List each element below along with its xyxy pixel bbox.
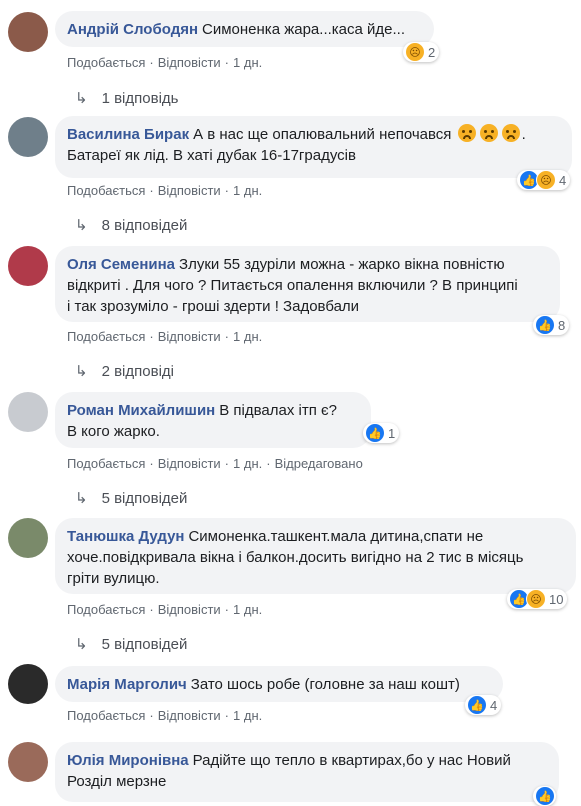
comment-text: Батареї як лід. В хаті дубак 16-17градус… <box>67 147 356 164</box>
reply-arrow-icon: ↳ <box>75 490 88 507</box>
comment-author[interactable]: Василина Бирак <box>67 126 189 143</box>
comment-author[interactable]: Роман Михайлишин <box>67 402 215 419</box>
view-replies-link[interactable]: ↳ 5 відповідей <box>75 635 187 653</box>
comment-author[interactable]: Оля Семенина <box>67 256 175 273</box>
comment-text: Розділ мерзне <box>67 773 167 790</box>
reply-arrow-icon: ↳ <box>75 636 88 653</box>
comment-bubble: Андрій Слободян Симоненка жара...каса йде… <box>55 11 434 47</box>
comment-author[interactable]: Андрій Слободян <box>67 21 198 38</box>
comment-actions: Подобається · Відповісти · 1 дн. <box>67 183 263 198</box>
comment-actions: Подобається · Відповісти · 1 дн. <box>67 602 263 617</box>
reaction-count[interactable]: 👍 4 <box>465 695 502 715</box>
comment-actions: Подобається · Відповісти · 1 дн. <box>67 329 263 344</box>
like-button[interactable]: Подобається <box>67 456 145 471</box>
reaction-count[interactable]: 👍 ☹ 10 <box>507 589 568 609</box>
timestamp[interactable]: 1 дн. <box>233 456 262 471</box>
comment-bubble: Марія Марголич Зато шось робе (головне за… <box>55 666 503 702</box>
comment-author[interactable]: Марія Марголич <box>67 676 187 693</box>
edited-label: Відредаговано <box>274 456 363 471</box>
avatar[interactable] <box>8 117 48 157</box>
avatar[interactable] <box>8 246 48 286</box>
comment-author[interactable]: Танюшка Дудун <box>67 528 184 545</box>
timestamp[interactable]: 1 дн. <box>233 708 262 723</box>
comment-text: гріти вулицю. <box>67 570 160 587</box>
reply-button[interactable]: Відповісти <box>158 708 221 723</box>
crying-emoji-icon <box>479 124 498 142</box>
timestamp[interactable]: 1 дн. <box>233 55 262 70</box>
comment-author[interactable]: Юлія Миронівна <box>67 752 189 769</box>
comment-bubble: Оля Семенина Злуки 55 здуріли можна - жар… <box>55 246 560 322</box>
reply-button[interactable]: Відповісти <box>158 183 221 198</box>
comment-bubble: Роман Михайлишин В підвалах ітп є? В кого… <box>55 392 371 448</box>
like-button[interactable]: Подобається <box>67 329 145 344</box>
reaction-count[interactable]: 👍 1 <box>363 423 400 443</box>
reply-button[interactable]: Відповісти <box>158 456 221 471</box>
like-reaction-icon: 👍 <box>535 786 555 806</box>
timestamp[interactable]: 1 дн. <box>233 602 262 617</box>
reaction-count[interactable]: 👍 ☹ 4 <box>517 170 571 190</box>
like-button[interactable]: Подобається <box>67 708 145 723</box>
timestamp[interactable]: 1 дн. <box>233 329 262 344</box>
reply-button[interactable]: Відповісти <box>158 602 221 617</box>
like-reaction-icon: 👍 <box>535 315 555 335</box>
view-replies-link[interactable]: ↳ 8 відповідей <box>75 216 187 234</box>
comment-text: Симоненка жара...каса йде... <box>202 21 405 38</box>
comment-bubble: Танюшка Дудун Симоненка.ташкент.мала дити… <box>55 518 576 594</box>
avatar[interactable] <box>8 742 48 782</box>
comment-actions: Подобається · Відповісти · 1 дн. <box>67 55 263 70</box>
avatar[interactable] <box>8 392 48 432</box>
like-reaction-icon: 👍 <box>467 695 487 715</box>
view-replies-link[interactable]: ↳ 5 відповідей <box>75 489 187 507</box>
comment-text: Злуки 55 здуріли можна - жарко вікна пов… <box>179 256 505 273</box>
reaction-count[interactable]: 👍 8 <box>533 315 570 335</box>
comment-actions: Подобається · Відповісти · 1 дн. · Відредагова… <box>67 456 363 471</box>
avatar[interactable] <box>8 664 48 704</box>
reaction-count[interactable]: 👍 <box>533 786 556 806</box>
like-button[interactable]: Подобається <box>67 602 145 617</box>
crying-emoji-icon <box>501 124 520 142</box>
reply-button[interactable]: Відповісти <box>158 329 221 344</box>
comment-text: хоче.повідкривала вікна і балкон.досить … <box>67 549 524 566</box>
reply-arrow-icon: ↳ <box>75 217 88 234</box>
reply-button[interactable]: Відповісти <box>158 55 221 70</box>
like-button[interactable]: Подобається <box>67 183 145 198</box>
reply-arrow-icon: ↳ <box>75 363 88 380</box>
comment-text: В підвалах ітп є? <box>219 402 338 419</box>
crying-emoji-icon <box>457 124 476 142</box>
like-reaction-icon: 👍 <box>365 423 385 443</box>
comment-text: Симоненка.ташкент.мала дитина,спати не <box>188 528 484 545</box>
timestamp[interactable]: 1 дн. <box>233 183 262 198</box>
sad-reaction-icon: ☹ <box>536 170 556 190</box>
comment-text: Зато шось робе (головне за наш кошт) <box>190 676 460 693</box>
avatar[interactable] <box>8 12 48 52</box>
comment-text: відкриті . Для чого ? Питається опалення… <box>67 277 518 294</box>
comment-text: В кого жарко. <box>67 423 160 440</box>
comment-bubble: Василина Бирак А в нас ще опалювальний не… <box>55 116 572 178</box>
comment-text: і так зрозуміло - гроші здерти ! Задовба… <box>67 298 360 315</box>
comment-actions: Подобається · Відповісти · 1 дн. <box>67 708 263 723</box>
like-button[interactable]: Подобається <box>67 55 145 70</box>
view-replies-link[interactable]: ↳ 1 відповідь <box>75 89 178 107</box>
view-replies-link[interactable]: ↳ 2 відповіді <box>75 362 174 380</box>
comment-text: Радійте що тепло в квартирах,бо у нас Но… <box>192 752 511 769</box>
sad-reaction-icon: ☹ <box>526 589 546 609</box>
avatar[interactable] <box>8 518 48 558</box>
comment-bubble: Юлія Миронівна Радійте що тепло в квартир… <box>55 742 559 802</box>
reaction-count[interactable]: ☹ 2 <box>403 42 440 62</box>
reply-arrow-icon: ↳ <box>75 90 88 107</box>
comment-text: А в нас ще опалювальний непочався <box>193 126 452 143</box>
sad-reaction-icon: ☹ <box>405 42 425 62</box>
